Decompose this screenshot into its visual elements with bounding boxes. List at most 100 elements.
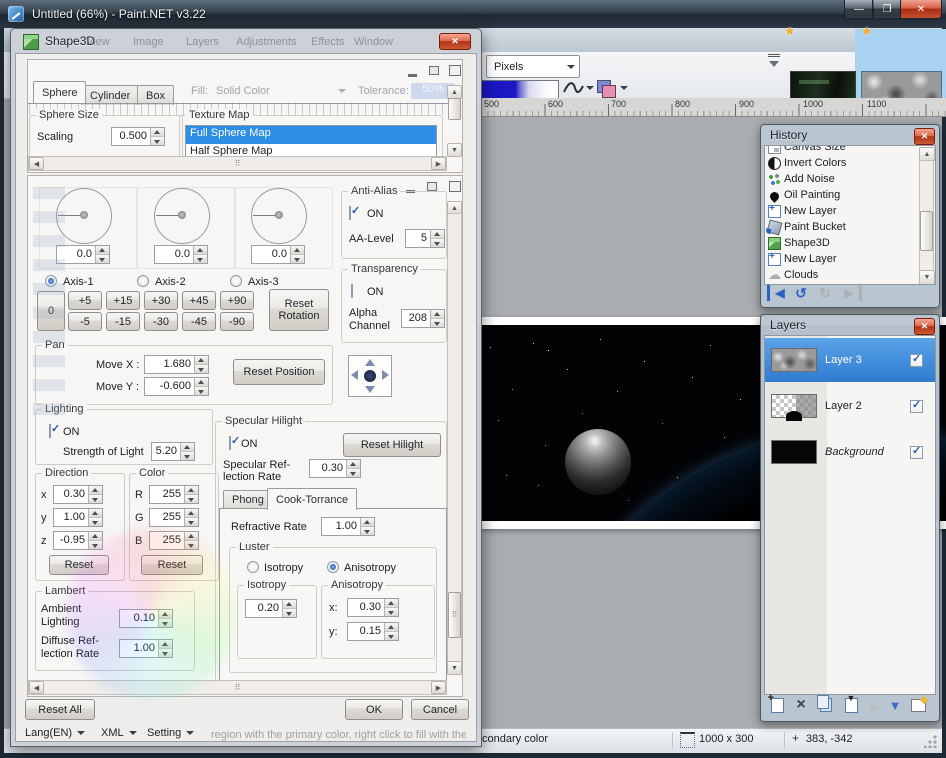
layer-row-background[interactable]: Background — [765, 430, 935, 474]
spin-down-button[interactable] — [89, 517, 102, 526]
scaling-spinner[interactable]: 0.500 — [111, 127, 165, 146]
isotropy-radio[interactable] — [247, 561, 259, 573]
pad-right-icon[interactable] — [382, 370, 389, 380]
spin-up-button[interactable] — [347, 460, 360, 468]
tab-box[interactable]: Box — [137, 85, 174, 105]
history-close-icon[interactable]: ✕ — [914, 128, 935, 145]
rotate-plus45-button[interactable]: +45 — [182, 291, 216, 310]
rotate-minus15-button[interactable]: -15 — [106, 312, 140, 331]
history-scroll-thumb[interactable] — [920, 211, 933, 251]
pad-left-icon[interactable] — [351, 370, 358, 380]
spin-up-button[interactable] — [185, 486, 198, 494]
spin-up-button[interactable] — [89, 486, 102, 494]
alpha-channel-spinner[interactable]: 208 — [401, 309, 445, 328]
rotate-plus30-button[interactable]: +30 — [144, 291, 178, 310]
aa-level-spinner[interactable]: 5 — [405, 229, 445, 248]
move-y-spinner[interactable]: -0.600 — [144, 377, 209, 396]
spin-down-button[interactable] — [361, 526, 374, 535]
close-button[interactable]: ✕ — [900, 0, 942, 19]
dialog-close-icon[interactable]: ✕ — [439, 33, 471, 50]
history-item[interactable]: Paint Bucket — [765, 219, 917, 235]
flood-mode-icon[interactable] — [597, 80, 615, 97]
history-item[interactable]: New Layer — [765, 203, 917, 219]
panel2-scroll-down[interactable]: ▼ — [447, 661, 462, 675]
direction-x-spinner[interactable]: 0.30 — [53, 485, 103, 504]
axis2-radio[interactable] — [137, 275, 149, 287]
spin-down-button[interactable] — [89, 494, 102, 503]
toolbar-overflow-icon[interactable] — [768, 54, 780, 69]
setting-menu[interactable]: Setting — [141, 725, 200, 741]
ok-button[interactable]: OK — [345, 699, 403, 720]
spin-down-button[interactable] — [185, 517, 198, 526]
duplicate-layer-button[interactable] — [816, 695, 836, 715]
spin-down-button[interactable] — [431, 238, 444, 247]
spin-down-button[interactable] — [385, 607, 398, 616]
tab-cylinder[interactable]: Cylinder — [81, 85, 139, 105]
spin-up-button[interactable] — [151, 128, 164, 136]
move-layer-down-button[interactable]: ▼ — [885, 695, 905, 715]
layers-close-icon[interactable]: ✕ — [914, 318, 935, 335]
panel-minimize-icon[interactable] — [408, 67, 417, 77]
tab-sphere[interactable]: Sphere — [33, 81, 86, 103]
spin-down-button[interactable] — [291, 254, 304, 263]
spin-up-button[interactable] — [283, 600, 296, 608]
history-item[interactable]: Shape3D — [765, 235, 917, 251]
tab-phong[interactable]: Phong — [223, 490, 273, 509]
spin-up-button[interactable] — [291, 246, 304, 254]
panel1-scroll-left[interactable]: ◀ — [29, 157, 44, 170]
spin-down-button[interactable] — [195, 364, 208, 373]
spin-up-button[interactable] — [89, 532, 102, 540]
spin-up-button[interactable] — [89, 509, 102, 517]
spin-up-button[interactable] — [385, 623, 398, 631]
spin-up-button[interactable] — [431, 230, 444, 238]
rotation-value-3-spinner[interactable]: 0.0 — [251, 245, 305, 264]
spin-up-button[interactable] — [185, 509, 198, 517]
rotation-value-2-spinner[interactable]: 0.0 — [154, 245, 208, 264]
layer-properties-button[interactable] — [908, 695, 928, 715]
tab-cook-torrance[interactable]: Cook-Torrance — [267, 488, 357, 510]
panel-restore-icon[interactable] — [427, 182, 437, 191]
minimize-button[interactable]: — — [844, 0, 874, 19]
rotate-plus15-button[interactable]: +15 — [106, 291, 140, 310]
direction-z-spinner[interactable]: -0.95 — [53, 531, 103, 550]
spin-down-button[interactable] — [96, 254, 109, 263]
history-rewind-button[interactable]: ◀ — [767, 285, 790, 301]
rotate-plus5-button[interactable]: +5 — [68, 291, 102, 310]
isotropy-spinner[interactable]: 0.20 — [245, 599, 297, 618]
pan-direction-pad[interactable] — [348, 355, 392, 397]
direction-y-spinner[interactable]: 1.00 — [53, 508, 103, 527]
spin-up-button[interactable] — [361, 518, 374, 526]
refractive-rate-spinner[interactable]: 1.00 — [321, 517, 375, 536]
spin-up-button[interactable] — [385, 599, 398, 607]
panel2-scroll-right[interactable]: ▶ — [431, 681, 446, 694]
spin-up-button[interactable] — [195, 378, 208, 386]
panel1-hscrollbar[interactable]: ◀ ▶ — [28, 156, 447, 171]
history-item[interactable]: Clouds — [765, 267, 917, 283]
transparency-on-checkbox[interactable] — [351, 284, 353, 298]
add-layer-button[interactable] — [767, 695, 787, 715]
layer-row-layer3[interactable]: Layer 3 — [765, 338, 935, 382]
rotate-minus5-button[interactable]: -5 — [68, 312, 102, 331]
panel1-scroll-right[interactable]: ▶ — [431, 157, 446, 170]
undo-button[interactable]: ↺ — [791, 285, 811, 301]
texture-map-option-selected[interactable]: Full Sphere Map — [186, 126, 436, 144]
layer-visible-checkbox[interactable] — [910, 400, 923, 413]
color-r-spinner[interactable]: 255 — [149, 485, 199, 504]
reset-position-button[interactable]: Reset Position — [233, 359, 325, 385]
pad-down-icon[interactable] — [365, 386, 375, 393]
reset-hilight-button[interactable]: Reset Hilight — [343, 433, 441, 457]
curve-dropdown-caret[interactable] — [586, 86, 594, 90]
layer-row-layer2[interactable]: Layer 2 — [765, 384, 935, 428]
rotate-plus90-button[interactable]: +90 — [220, 291, 254, 310]
history-item[interactable]: Invert Colors — [765, 155, 917, 171]
units-dropdown[interactable]: Pixels — [486, 55, 580, 78]
spin-up-button[interactable] — [96, 246, 109, 254]
specular-reflection-rate-spinner[interactable]: 0.30 — [309, 459, 361, 478]
delete-layer-button[interactable]: × — [791, 695, 811, 715]
spin-down-button[interactable] — [151, 136, 164, 145]
curve-tool-icon[interactable] — [562, 79, 584, 98]
reset-rotation-button[interactable]: Reset Rotation — [269, 289, 329, 331]
tolerance-slider[interactable] — [481, 80, 559, 99]
history-item[interactable]: Canvas Size — [765, 145, 917, 155]
panel1-scroll-thumb[interactable] — [448, 98, 461, 120]
